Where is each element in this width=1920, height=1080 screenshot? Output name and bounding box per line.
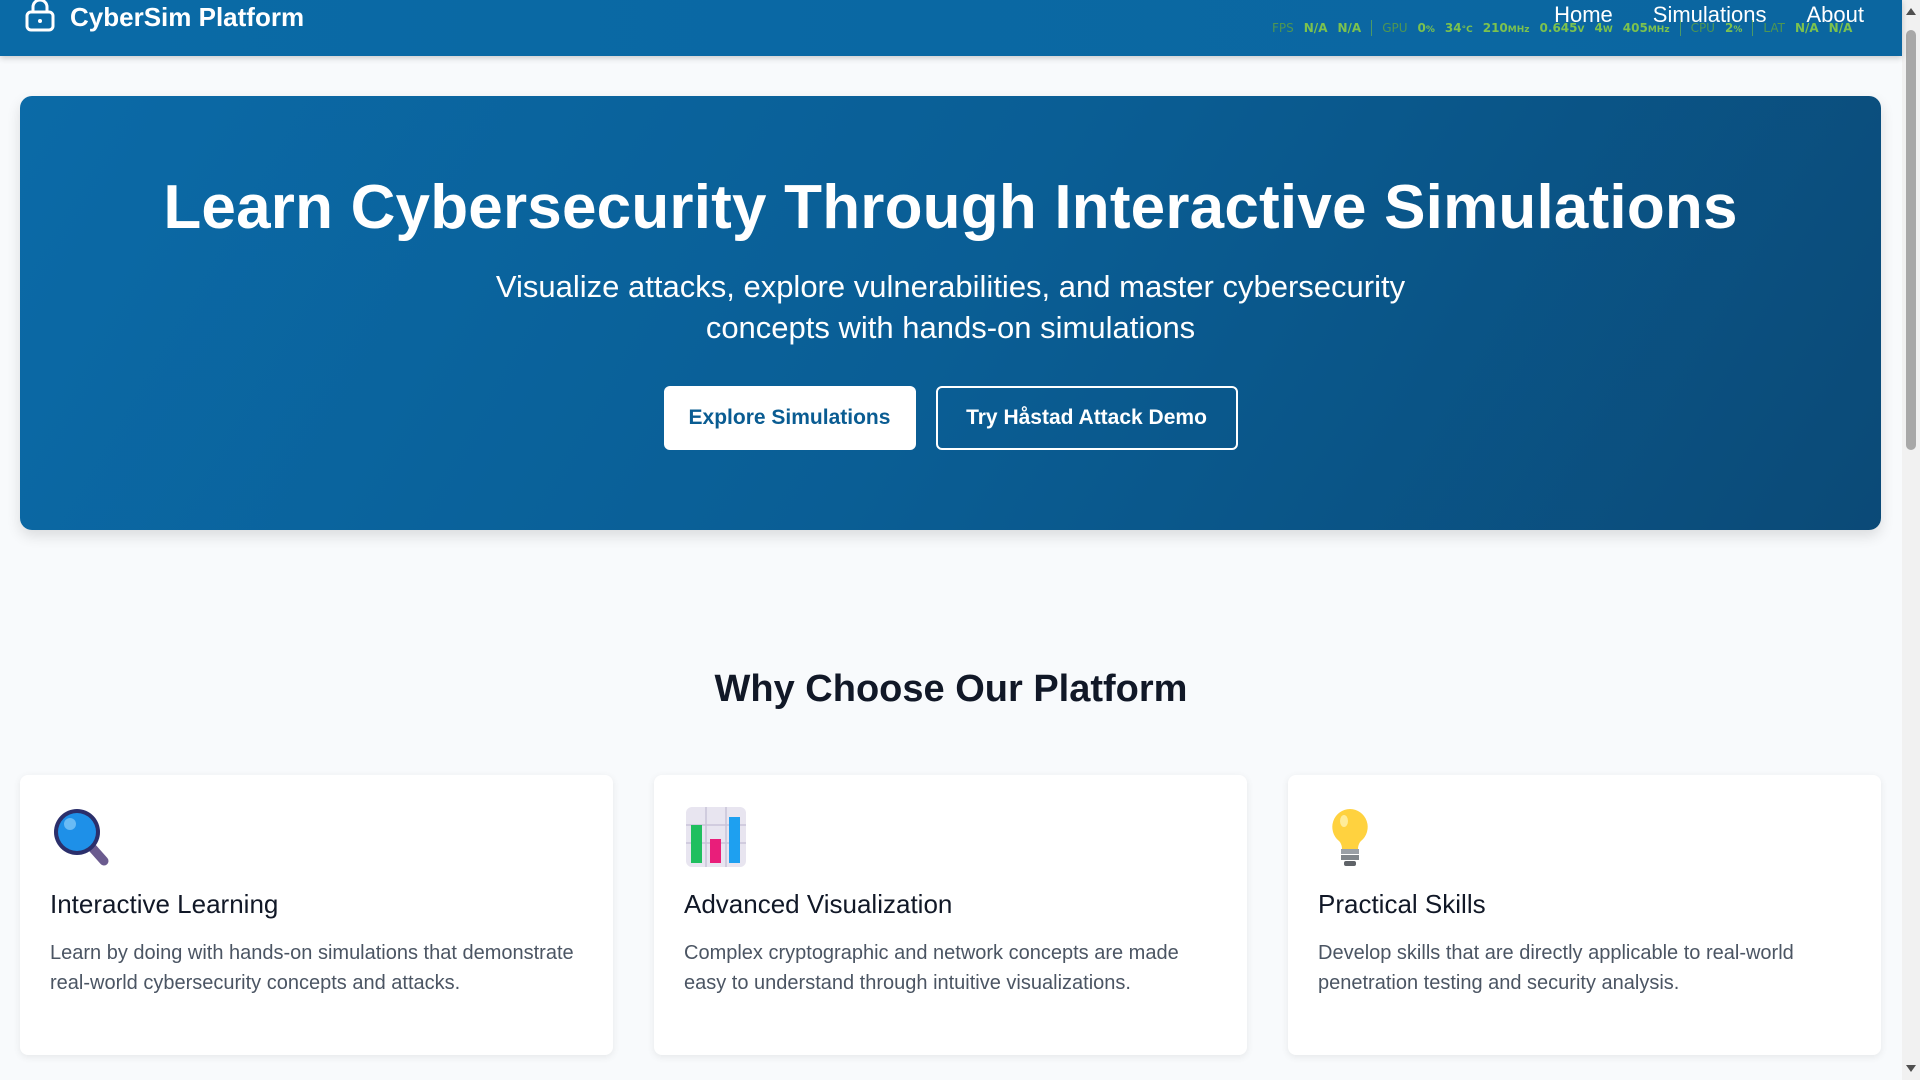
performance-overlay: FPS N/A N/A GPU 0% 34°C 210MHz 0.645V 4W… (1272, 20, 1852, 36)
scroll-up-arrow-icon[interactable] (1906, 8, 1916, 15)
card-title: Advanced Visualization (684, 889, 953, 919)
card-description: Complex cryptographic and network concep… (684, 942, 1179, 994)
overlay-divider (1371, 20, 1373, 36)
hero-subtitle: Visualize attacks, explore vulnerabiliti… (495, 269, 1406, 345)
latency-value-2: N/A (1828, 21, 1853, 35)
gpu-memory-clock: 405MHz (1622, 21, 1670, 35)
card-description: Develop skills that are directly applica… (1318, 942, 1794, 994)
gpu-label: GPU (1382, 21, 1408, 35)
vertical-scrollbar[interactable] (1902, 0, 1920, 1080)
cpu-label: CPU (1690, 21, 1715, 35)
gpu-clock: 210MHz (1482, 21, 1530, 35)
card-title: Interactive Learning (50, 889, 279, 919)
cpu-usage: 2% (1724, 21, 1743, 35)
overlay-divider (1752, 20, 1754, 36)
gpu-usage: 0% (1417, 21, 1435, 35)
scrollbar-thumb[interactable] (1906, 30, 1916, 450)
latency-value: N/A (1794, 21, 1819, 35)
light-bulb-icon (1318, 805, 1382, 869)
gpu-voltage: 0.645V (1539, 21, 1585, 35)
fps-label: FPS (1272, 21, 1294, 35)
fps-value: N/A (1303, 21, 1328, 35)
brand-title: CyberSim Platform (70, 1, 305, 32)
gpu-power: 4W (1594, 21, 1613, 35)
gpu-temp: 34°C (1444, 21, 1473, 35)
hastad-attack-demo-button[interactable]: Try Håstad Attack Demo (935, 386, 1238, 450)
hero-buttons: Explore Simulations Try Håstad Attack De… (20, 386, 1881, 450)
overlay-divider (1679, 20, 1681, 36)
feature-card-practical-skills: Practical Skills Develop skills that are… (1288, 775, 1881, 1055)
brand[interactable]: CyberSim Platform (24, 0, 304, 34)
fps-value-2: N/A (1337, 21, 1362, 35)
card-title: Practical Skills (1318, 889, 1486, 919)
feature-cards: Interactive Learning Learn by doing with… (20, 775, 1881, 1055)
hero-title: Learn Cybersecurity Through Interactive … (163, 173, 1738, 242)
feature-card-interactive-learning: Interactive Learning Learn by doing with… (20, 775, 613, 1055)
magnifying-glass-icon (50, 805, 114, 869)
features-title: Why Choose Our Platform (714, 668, 1188, 710)
card-description: Learn by doing with hands-on simulations… (50, 942, 574, 994)
bar-chart-icon (684, 805, 748, 869)
lock-icon (24, 0, 56, 37)
explore-simulations-button[interactable]: Explore Simulations (663, 386, 916, 450)
hero-banner: Learn Cybersecurity Through Interactive … (20, 96, 1881, 530)
feature-card-advanced-visualization: Advanced Visualization Complex cryptogra… (654, 775, 1247, 1055)
scroll-down-arrow-icon[interactable] (1906, 1065, 1916, 1072)
latency-label: LAT (1763, 21, 1785, 35)
